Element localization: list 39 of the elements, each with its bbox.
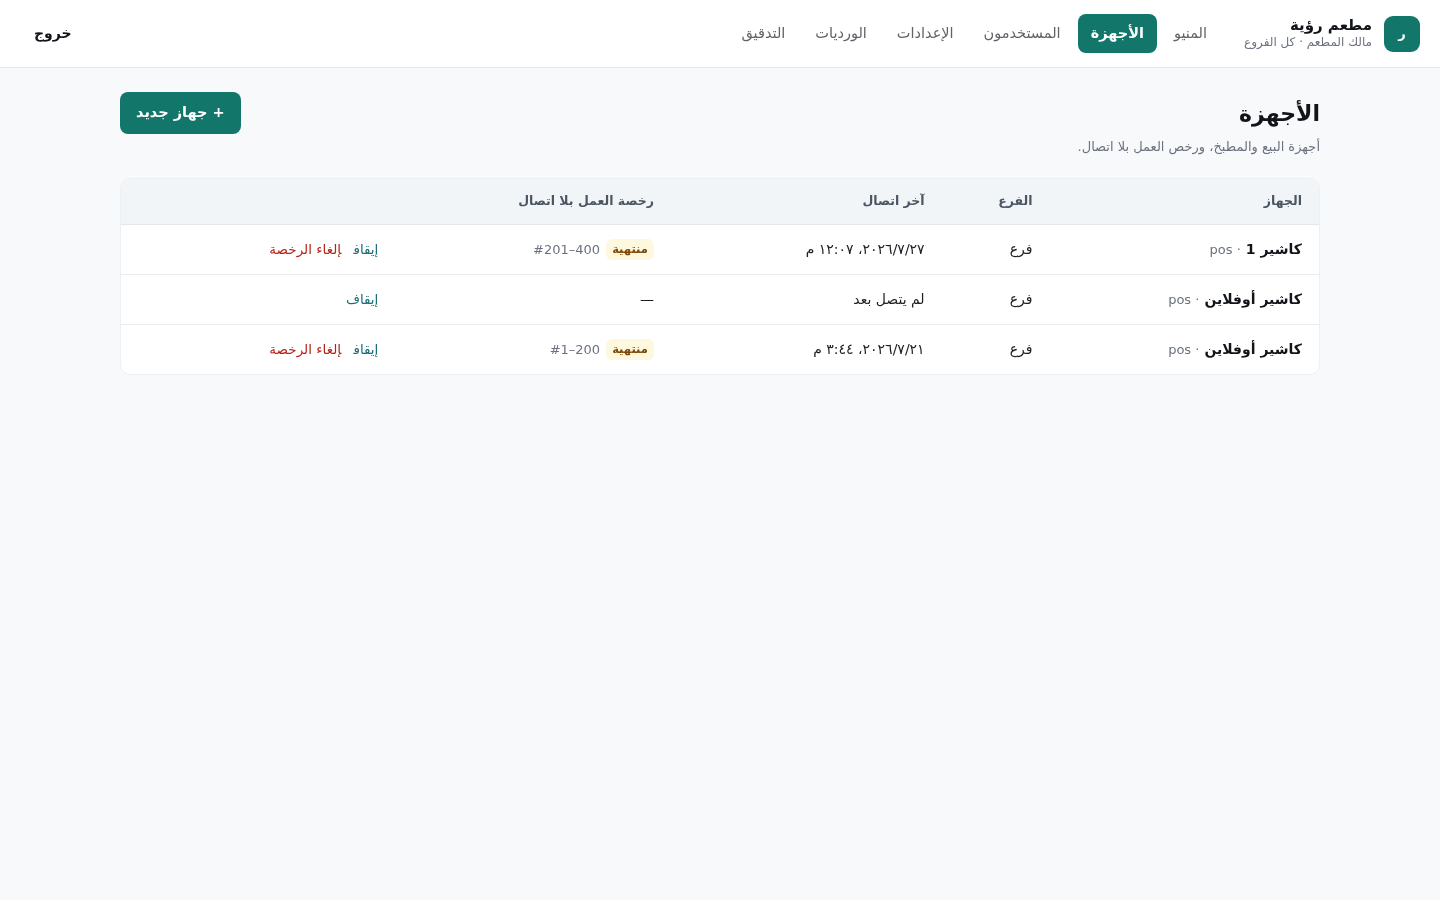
device-name: كاشير أوفلاين xyxy=(1204,290,1302,307)
license-range: #1–200 xyxy=(549,341,601,357)
last-connection-time: ٢٠٢٦/٧/٢٧، ١٢:٠٧ م xyxy=(805,240,925,257)
empty-dash: — xyxy=(639,290,654,307)
column-header: آخر اتصال xyxy=(862,192,925,208)
column-header: رخصة العمل بلا اتصال xyxy=(518,192,654,208)
nav-tab[interactable]: التدقيق xyxy=(728,14,799,53)
nav-tab[interactable]: المستخدمون xyxy=(970,14,1074,53)
device-type: · pos xyxy=(1168,341,1200,357)
action-link[interactable]: إيقاف xyxy=(345,290,379,307)
last-connection-time: ٢٠٢٦/٧/٢١، ٣:٤٤ م xyxy=(813,340,925,357)
nav-tab[interactable]: المنيو xyxy=(1161,14,1221,53)
column-header: الجهاز xyxy=(1263,192,1302,208)
nav-tab[interactable]: الإعدادات xyxy=(883,14,967,53)
device-type: · pos xyxy=(1168,291,1200,307)
device-name: كاشير 1 xyxy=(1245,240,1302,257)
device-name: كاشير أوفلاين xyxy=(1204,340,1302,357)
status-badge: منتهية xyxy=(606,238,654,260)
device-type: · pos xyxy=(1209,241,1241,257)
license-range: #201–400 xyxy=(533,241,601,257)
new-device-button[interactable]: + جهاز جديد xyxy=(120,92,241,134)
branch-name: فرع xyxy=(1009,290,1033,307)
branch-name: فرع xyxy=(1009,240,1033,257)
column-header: الفرع xyxy=(998,192,1033,208)
action-link[interactable]: إلغاء الرخصة xyxy=(269,340,342,357)
page-subtitle: أجهزة البيع والمطبخ، ورخص العمل بلا اتصال. xyxy=(1077,137,1320,157)
brand-subtitle: مالك المطعم · كل الفروع xyxy=(1244,34,1372,52)
last-connection-time: لم يتصل بعد xyxy=(853,290,925,307)
status-badge: منتهية xyxy=(606,339,654,361)
page-title: الأجهزة xyxy=(1238,100,1320,129)
nav-tab[interactable]: الأجهزة xyxy=(1077,14,1157,53)
action-link[interactable]: إيقاف xyxy=(353,340,379,357)
branch-name: فرع xyxy=(1009,340,1033,357)
action-link[interactable]: إيقاف xyxy=(353,240,379,257)
avatar: ر xyxy=(1384,15,1420,52)
logout-link[interactable]: خروج xyxy=(34,23,72,44)
action-link[interactable]: إلغاء الرخصة xyxy=(269,240,342,257)
nav-tab[interactable]: الورديات xyxy=(802,14,880,53)
brand-name: مطعم رؤية xyxy=(1289,15,1372,35)
